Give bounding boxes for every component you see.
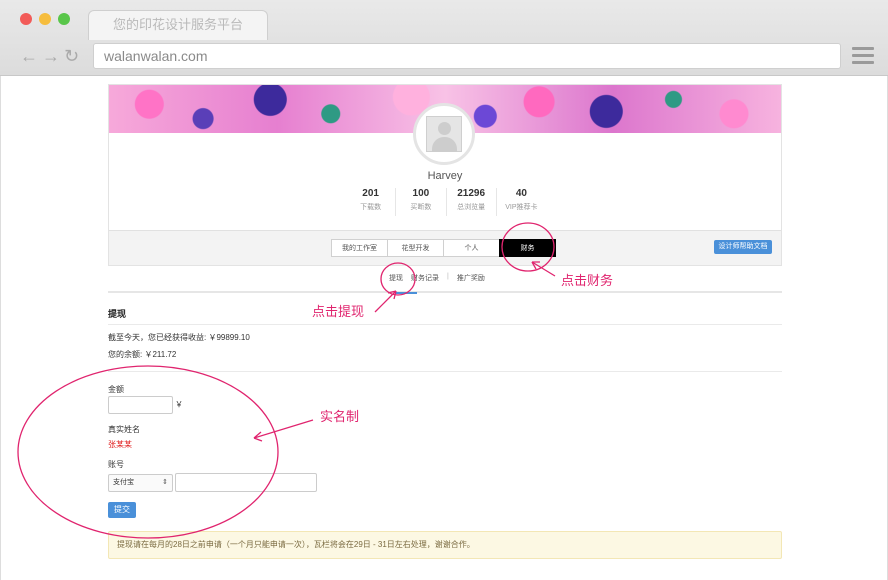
back-arrow-icon[interactable]: ←	[20, 46, 42, 67]
earnings-text: 截至今天，您已经获得收益: ￥99899.10	[108, 333, 250, 342]
divider	[108, 324, 782, 325]
close-window-icon[interactable]	[20, 13, 32, 25]
tab-finance[interactable]: 财务	[499, 239, 556, 257]
amount-input[interactable]	[108, 396, 173, 414]
profile-menubar: 我的工作室 花型开发 个人 财务 设计师帮助文档	[109, 230, 781, 265]
browser-nav: ←→↻	[20, 46, 83, 67]
minimize-window-icon[interactable]	[39, 13, 51, 25]
avatar[interactable]	[413, 103, 475, 165]
forward-arrow-icon[interactable]: →	[42, 46, 64, 67]
stat-vip-cards: 40 VIP推荐卡	[505, 188, 538, 211]
subnav-separator: |	[447, 273, 449, 280]
designer-help-button[interactable]: 设计师帮助文档	[714, 240, 772, 254]
subnav-active-indicator	[395, 292, 417, 294]
amount-unit: ￥	[175, 400, 183, 409]
realname-label: 真实姓名	[108, 425, 140, 434]
menu-tabs: 我的工作室 花型开发 个人 财务	[331, 239, 556, 257]
realname-value: 张某某	[108, 440, 132, 449]
divider	[108, 371, 782, 372]
username: Harvey	[427, 170, 463, 182]
browser-tab[interactable]: 您的印花设计服务平台	[88, 10, 268, 40]
account-type-select[interactable]: 支付宝 ⇕	[108, 474, 173, 492]
subnav-referral-rewards[interactable]: 推广奖励	[457, 273, 485, 283]
subnav-finance-records[interactable]: 财务记录	[411, 273, 439, 283]
user-placeholder-icon	[426, 116, 462, 152]
reload-icon[interactable]: ↻	[64, 46, 83, 67]
address-bar[interactable]: walanwalan.com	[93, 43, 841, 69]
browser-chrome: 您的印花设计服务平台 ←→↻ walanwalan.com	[0, 0, 888, 76]
annotation-real-name: 实名制	[320, 409, 360, 424]
stat-downloads: 201 下载数	[346, 188, 397, 216]
maximize-window-icon[interactable]	[58, 13, 70, 25]
select-caret-icon: ⇕	[162, 479, 168, 486]
finance-subnav: 提现 财务记录 | 推广奖励	[389, 273, 485, 283]
subnav-withdraw[interactable]: 提现	[389, 273, 403, 283]
hamburger-menu-icon[interactable]	[852, 47, 874, 65]
balance-text: 您的余额: ￥211.72	[108, 350, 177, 359]
stat-views: 21296 总浏览量	[447, 188, 497, 216]
amount-label: 金额	[108, 385, 124, 394]
tab-pattern-dev[interactable]: 花型开发	[387, 239, 444, 257]
notice-banner: 提现请在每月的28日之前申请（一个月只能申请一次），瓦栏将会在29日 - 31日…	[108, 531, 782, 559]
annotation-click-withdraw: 点击提现	[312, 304, 365, 319]
submit-button[interactable]: 提交	[108, 502, 136, 518]
account-input[interactable]	[175, 473, 317, 492]
withdraw-title: 提现	[108, 309, 127, 319]
page-content: Harvey 201 下载数 100 买断数 21296 总浏览量 40 VIP…	[0, 76, 888, 580]
section-divider	[108, 291, 782, 293]
profile-card: Harvey 201 下载数 100 买断数 21296 总浏览量 40 VIP…	[108, 84, 782, 266]
profile-stats: 201 下载数 100 买断数 21296 总浏览量 40 VIP推荐卡	[346, 188, 546, 216]
stat-buyouts: 100 买断数	[396, 188, 447, 216]
account-label: 账号	[108, 460, 124, 469]
tab-my-studio[interactable]: 我的工作室	[331, 239, 388, 257]
tab-personal[interactable]: 个人	[443, 239, 500, 257]
annotation-click-finance: 点击财务	[561, 273, 614, 288]
